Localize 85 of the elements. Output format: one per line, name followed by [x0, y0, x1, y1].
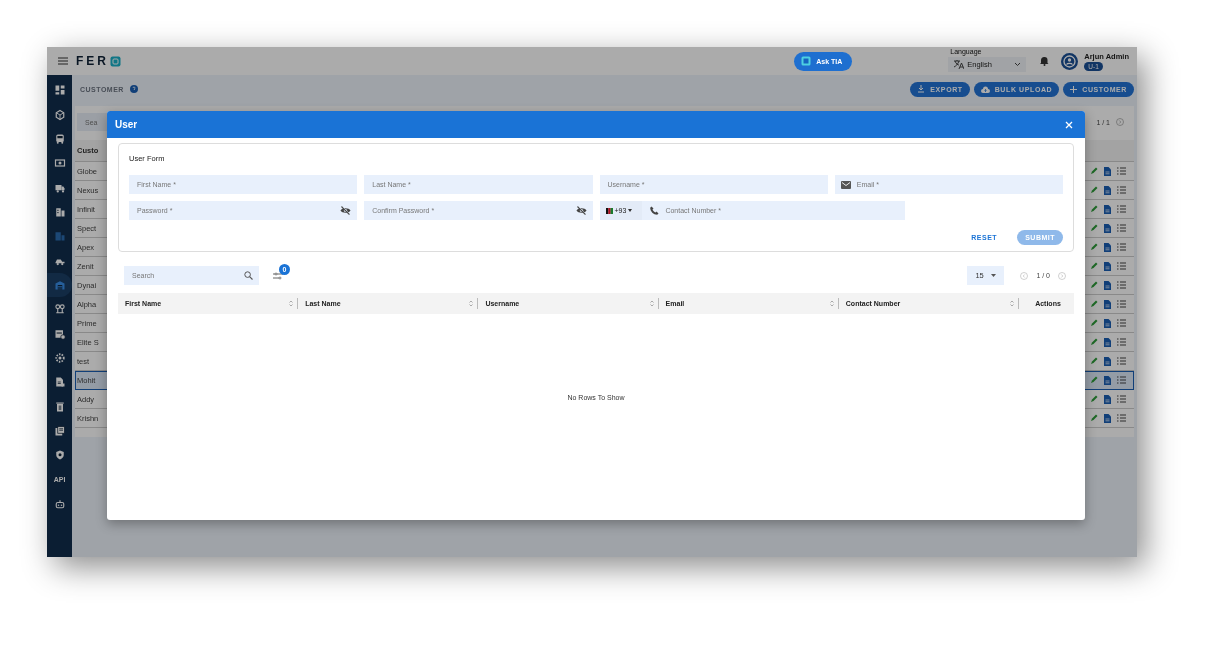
- list-icon[interactable]: [1117, 224, 1126, 232]
- menu-icon[interactable]: [58, 57, 68, 65]
- pencil-icon[interactable]: [1090, 224, 1098, 232]
- list-icon[interactable]: [1117, 262, 1126, 270]
- pencil-icon[interactable]: [1090, 262, 1098, 270]
- pencil-icon[interactable]: [1090, 357, 1098, 365]
- next-page-icon[interactable]: [1116, 118, 1124, 126]
- pencil-icon[interactable]: [1090, 395, 1098, 403]
- document-icon[interactable]: [1104, 299, 1111, 309]
- sort-icon[interactable]: [829, 300, 834, 307]
- document-icon: [53, 376, 66, 389]
- phone-icon: [650, 206, 660, 215]
- trash-icon: [53, 400, 66, 413]
- avatar-icon[interactable]: [1061, 52, 1079, 70]
- list-icon[interactable]: [1117, 414, 1126, 422]
- bell-icon[interactable]: [1040, 56, 1050, 66]
- building-icon: [53, 230, 66, 243]
- pencil-icon[interactable]: [1090, 281, 1098, 289]
- document-icon[interactable]: [1104, 261, 1111, 271]
- chevron-down-icon: [1014, 62, 1022, 67]
- list-icon[interactable]: [1117, 186, 1126, 194]
- document-icon[interactable]: [1104, 166, 1111, 176]
- sort-icon[interactable]: [289, 300, 294, 307]
- help-icon[interactable]: [129, 85, 138, 93]
- document-icon[interactable]: [1104, 280, 1111, 290]
- cloud-upload-icon: [980, 85, 990, 93]
- list-icon[interactable]: [1117, 300, 1126, 308]
- grid-icon: [53, 84, 66, 97]
- close-icon[interactable]: [1065, 120, 1073, 129]
- sort-icon[interactable]: [469, 300, 474, 307]
- pencil-icon[interactable]: [1090, 376, 1098, 384]
- eye-off-icon[interactable]: [340, 206, 352, 215]
- caret-icon: [991, 274, 997, 277]
- pencil-icon[interactable]: [1090, 167, 1098, 175]
- warehouse-icon: [53, 278, 66, 291]
- bus-icon: [53, 132, 66, 145]
- translate-icon: [953, 59, 965, 70]
- sort-icon[interactable]: [649, 300, 654, 307]
- pencil-icon[interactable]: [1090, 186, 1098, 194]
- search-icon: [244, 271, 253, 280]
- book-icon: [53, 425, 66, 437]
- document-icon[interactable]: [1104, 394, 1111, 404]
- flag-icon: [605, 207, 613, 214]
- pencil-icon[interactable]: [1090, 338, 1098, 346]
- document-icon[interactable]: [1104, 185, 1111, 195]
- mail-icon: [840, 180, 851, 189]
- link-icon: [53, 303, 66, 316]
- list-icon[interactable]: [1117, 281, 1126, 289]
- list-icon[interactable]: [1117, 319, 1126, 327]
- caret-icon: [628, 209, 633, 212]
- document-icon[interactable]: [1104, 223, 1111, 233]
- shield-icon: [53, 449, 66, 462]
- list-icon[interactable]: [1117, 205, 1126, 213]
- document-icon[interactable]: [1104, 413, 1111, 423]
- cube-icon: [53, 108, 66, 121]
- robot-icon: [53, 498, 66, 510]
- list-icon[interactable]: [1117, 357, 1126, 365]
- list-icon[interactable]: [1117, 338, 1126, 346]
- document-icon[interactable]: [1104, 318, 1111, 328]
- pencil-icon[interactable]: [1090, 319, 1098, 327]
- document-icon[interactable]: [1104, 204, 1111, 214]
- eye-off-icon[interactable]: [575, 206, 587, 215]
- list-icon[interactable]: [1117, 243, 1126, 251]
- sort-icon[interactable]: [1010, 300, 1014, 307]
- plus-icon: [1070, 85, 1078, 93]
- dialog-title: User: [115, 119, 138, 130]
- document-icon[interactable]: [1104, 356, 1111, 366]
- list-icon[interactable]: [1117, 395, 1126, 403]
- square-icon: [801, 56, 812, 66]
- building-icon: [53, 205, 66, 218]
- logo-square-icon: [110, 55, 121, 67]
- document-icon[interactable]: [1104, 375, 1111, 385]
- gear-icon: [53, 351, 66, 364]
- list-icon[interactable]: [1117, 376, 1126, 384]
- pencil-icon[interactable]: [1090, 205, 1098, 213]
- card-icon: [53, 157, 66, 170]
- download-icon: [917, 85, 926, 93]
- document-icon[interactable]: [1104, 337, 1111, 347]
- pencil-icon[interactable]: [1090, 414, 1098, 422]
- logo-text: FER: [76, 54, 109, 68]
- document-icon[interactable]: [1104, 242, 1111, 252]
- pencil-icon[interactable]: [1090, 300, 1098, 308]
- list-icon[interactable]: [1117, 167, 1126, 175]
- pencil-icon[interactable]: [1090, 243, 1098, 251]
- filter-list-icon[interactable]: [273, 271, 283, 280]
